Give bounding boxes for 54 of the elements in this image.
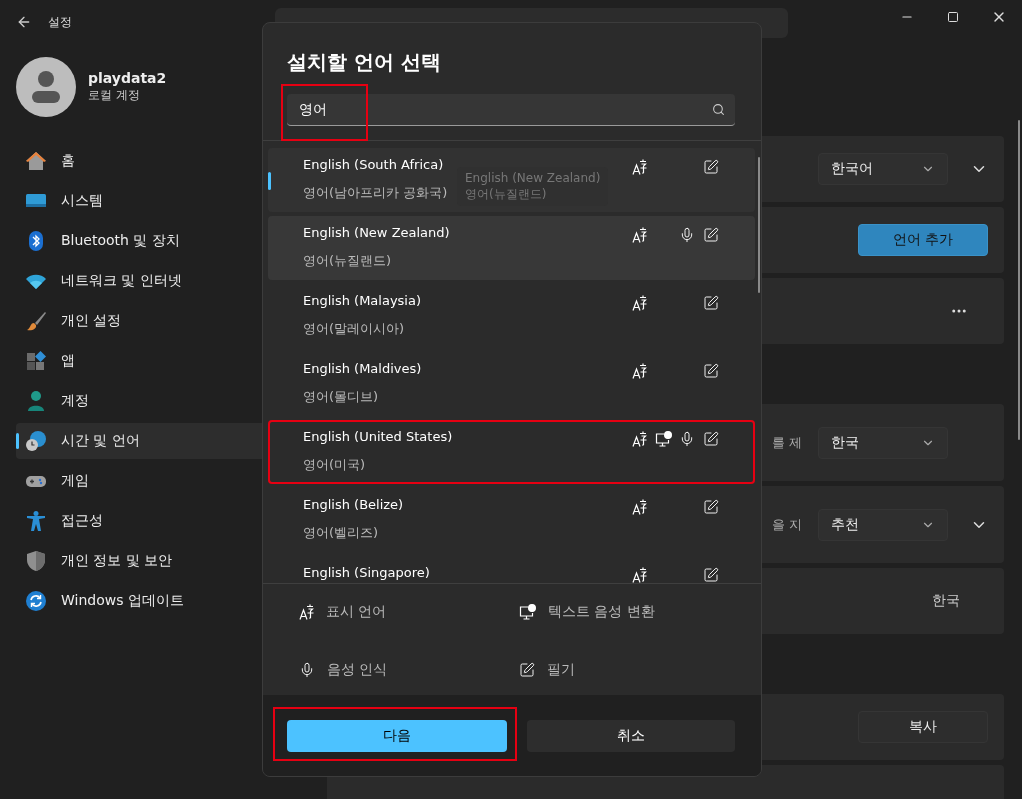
nav-item[interactable]: Windows 업데이트	[16, 583, 316, 619]
person-icon	[25, 390, 47, 412]
language-native-name: 영어(뉴질랜드)	[303, 252, 393, 270]
language-native-name: 영어(미국)	[303, 456, 367, 474]
language-name: English (Singapore)	[303, 565, 430, 580]
tooltip-native-name: 영어(뉴질랜드)	[465, 186, 548, 203]
dialog-title: 설치할 언어 선택	[286, 49, 442, 76]
language-name: English (Belize)	[303, 497, 404, 512]
window-title: 설정	[48, 14, 72, 31]
search-icon	[712, 103, 725, 116]
language-item[interactable]: English (Maldives) 영어(몰디브)	[268, 352, 755, 416]
brush-icon	[25, 310, 47, 332]
action-button[interactable]: 복사	[858, 711, 988, 743]
language-name: English (Maldives)	[303, 361, 422, 376]
accessibility-icon	[25, 510, 47, 532]
cancel-button[interactable]: 취소	[527, 720, 735, 752]
legend-label: 텍스트 음성 변환	[548, 603, 655, 621]
language-item[interactable]: English (Singapore)	[268, 556, 755, 583]
next-button[interactable]: 다음	[287, 720, 507, 752]
globe-clock-icon	[25, 430, 47, 452]
dropdown[interactable]: 한국어	[818, 153, 948, 185]
language-native-name: 영어(말레이시아)	[303, 320, 406, 338]
shield-icon	[25, 550, 47, 572]
user-name: playdata2	[88, 70, 167, 86]
legend-label: 음성 인식	[327, 660, 388, 679]
language-item[interactable]: English (Malaysia) 영어(말레이시아)	[268, 284, 755, 348]
refresh-icon	[25, 590, 47, 612]
language-item[interactable]: English (New Zealand) 영어(뉴질랜드)	[268, 216, 755, 280]
monitor-speech-icon	[519, 604, 536, 620]
house-icon	[25, 150, 47, 172]
setting-description: 을 지	[771, 515, 802, 534]
display-language-icon	[299, 604, 314, 620]
language-native-name: 영어(남아프리카 공화국)	[303, 184, 448, 202]
avatar	[16, 57, 76, 117]
dropdown[interactable]: 한국	[818, 426, 948, 459]
language-native-name: 영어(벨리즈)	[303, 524, 380, 542]
legend-label: 표시 언어	[326, 603, 387, 621]
language-native-name: 영어(몰디브)	[303, 388, 380, 406]
account-type: 로컬 계정	[88, 87, 141, 104]
language-name: English (South Africa)	[303, 157, 445, 172]
setting-description: 를 제	[771, 433, 802, 452]
maximize-icon	[947, 11, 959, 23]
language-name: English (New Zealand)	[303, 225, 450, 240]
apps-icon	[25, 350, 47, 372]
tooltip-name: English (New Zealand)	[465, 171, 601, 187]
language-name: English (Malaysia)	[303, 293, 422, 308]
legend-label: 필기	[547, 660, 575, 679]
action-button[interactable]: 언어 추가	[858, 224, 988, 256]
language-item[interactable]: English (Belize) 영어(벨리즈)	[268, 488, 755, 552]
setting-value: 한국	[932, 592, 960, 610]
microphone-icon	[299, 661, 315, 678]
language-search-field[interactable]: 영어	[287, 94, 735, 126]
pen-box-icon	[519, 661, 535, 678]
dropdown[interactable]: 추천	[818, 508, 948, 541]
